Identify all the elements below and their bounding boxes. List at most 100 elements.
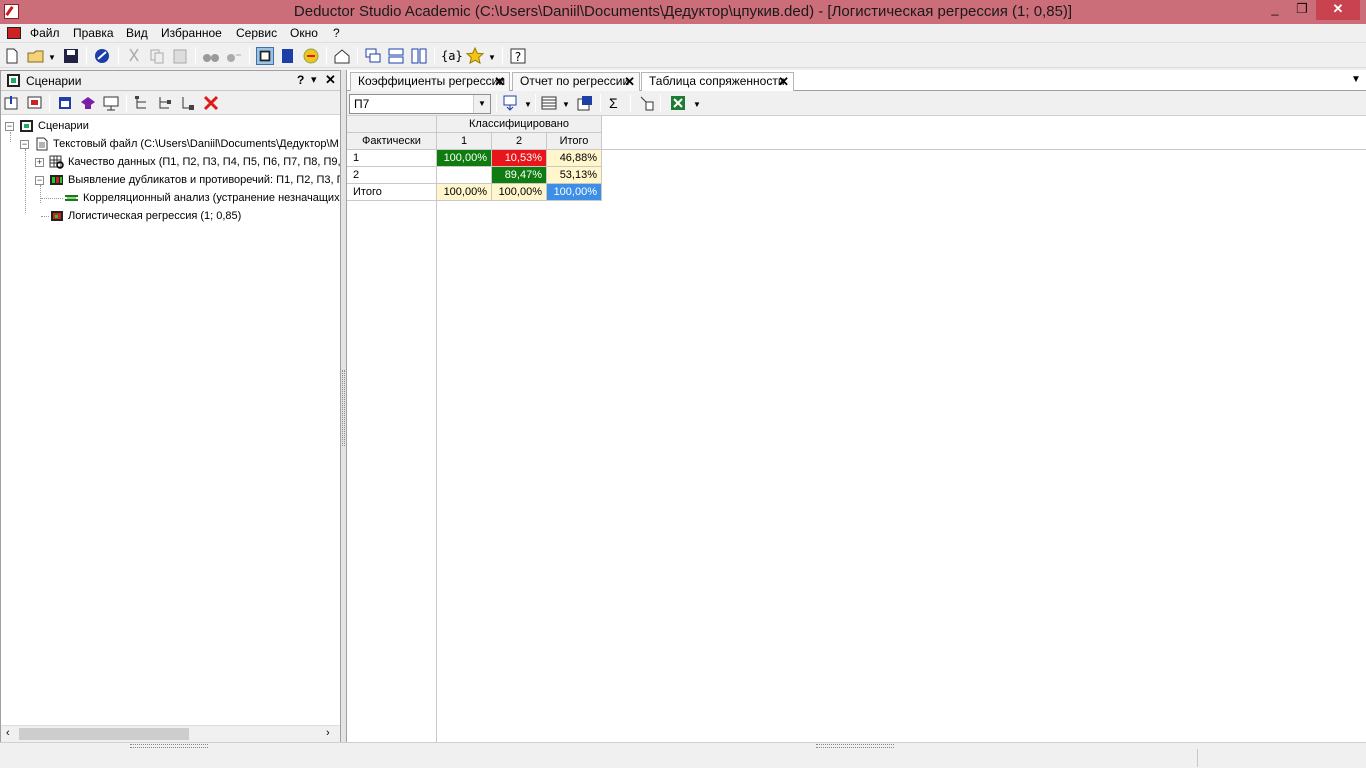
menu-help[interactable]: ?	[333, 25, 340, 42]
scroll-left-arrow[interactable]: ‹	[6, 727, 10, 739]
column-header[interactable]: 1	[437, 133, 492, 150]
paste-icon[interactable]	[171, 47, 189, 65]
tab-close-icon[interactable]: ✕	[778, 73, 789, 90]
tree-collapse-toggle[interactable]: −	[20, 140, 29, 149]
tabs-menu-button[interactable]: ▼	[1351, 74, 1361, 85]
menu-favorites[interactable]: Избранное	[161, 25, 222, 42]
maximize-button[interactable]: ❐	[1289, 0, 1315, 20]
status-separator	[1197, 749, 1198, 767]
tile-vertical-icon[interactable]	[410, 47, 428, 65]
splitter-grip[interactable]	[342, 370, 345, 446]
panel-pin-button[interactable]: ▾	[311, 73, 317, 86]
scrollbar-thumb[interactable]	[19, 728, 189, 740]
table-cell[interactable]: 100,00%	[437, 150, 492, 167]
tab-label: Коэффициенты регрессии	[358, 74, 506, 88]
chevron-down-icon[interactable]: ▼	[524, 100, 532, 109]
notes-icon[interactable]	[279, 47, 297, 65]
tree-expand-toggle[interactable]: +	[35, 158, 44, 167]
tab-coefficients[interactable]: Коэффициенты регрессии ✕	[350, 72, 510, 91]
panel-close-button[interactable]: ✕	[325, 72, 336, 88]
table-cell[interactable]: 53,13%	[547, 167, 602, 184]
excel-export-icon[interactable]	[669, 94, 687, 112]
toolbar-separator	[326, 47, 327, 65]
toolbar-separator	[535, 94, 536, 112]
cursor-select-icon[interactable]	[638, 94, 656, 112]
import-icon[interactable]	[3, 94, 21, 112]
tile-horizontal-icon[interactable]	[387, 47, 405, 65]
tree-move-icon[interactable]	[179, 94, 197, 112]
cut-icon[interactable]	[125, 47, 143, 65]
table-cell[interactable]	[437, 167, 492, 184]
scenarios-icon	[7, 74, 20, 87]
menu-service[interactable]: Сервис	[236, 25, 277, 42]
scroll-right-arrow[interactable]: ›	[326, 727, 330, 739]
scenarios-panel: Сценарии ? ▾ ✕ − Сценарии − Текстовый фа…	[0, 70, 341, 742]
tree-collapse-toggle[interactable]: −	[35, 176, 44, 185]
data-mining-icon[interactable]	[79, 94, 97, 112]
tab-close-icon[interactable]: ✕	[494, 73, 505, 90]
table-cell[interactable]: 46,88%	[547, 150, 602, 167]
target-field-select[interactable]: П7 ▼	[349, 94, 491, 114]
chevron-down-icon[interactable]: ▼	[693, 100, 701, 109]
delete-icon[interactable]	[202, 94, 220, 112]
menu-view[interactable]: Вид	[126, 25, 148, 42]
chevron-down-icon[interactable]: ▼	[562, 100, 570, 109]
table-view-icon[interactable]	[540, 94, 558, 112]
handler-icon[interactable]	[56, 94, 74, 112]
menu-window[interactable]: Окно	[290, 25, 318, 42]
tab-contingency-table[interactable]: Таблица сопряженности ✕	[641, 72, 794, 91]
horizontal-scrollbar[interactable]: ‹ ›	[1, 725, 340, 742]
scenarios-panel-icon[interactable]	[256, 47, 274, 65]
open-dropdown-icon[interactable]: ▼	[48, 53, 56, 62]
cascade-windows-icon[interactable]	[364, 47, 382, 65]
tree-collapse-toggle[interactable]: −	[5, 122, 14, 131]
find-icon[interactable]	[202, 47, 220, 65]
tree-expand-icon[interactable]	[133, 94, 151, 112]
minimize-button[interactable]: _	[1262, 0, 1288, 20]
favorites-dropdown-icon[interactable]: ▼	[488, 53, 496, 62]
tab-bar: Коэффициенты регрессии ✕ Отчет по регрес…	[347, 70, 1366, 91]
close-button[interactable]: ✕	[1316, 0, 1360, 20]
table-cell[interactable]: 89,47%	[492, 167, 547, 184]
chevron-down-icon[interactable]: ▼	[473, 95, 490, 113]
scenarios-tree: − Сценарии − Текстовый файл (C:\Users\Da…	[1, 115, 340, 725]
copy-icon[interactable]	[148, 47, 166, 65]
panel-help-button[interactable]: ?	[297, 73, 304, 87]
toolbar-separator	[249, 47, 250, 65]
left-resize-grip[interactable]	[130, 744, 208, 748]
help-icon[interactable]: ?	[509, 47, 527, 65]
visualizer-icon[interactable]	[102, 94, 120, 112]
variables-icon[interactable]: {a}	[441, 49, 463, 63]
column-header[interactable]: 2	[492, 133, 547, 150]
favorites-star-icon[interactable]	[466, 47, 484, 65]
table-cell[interactable]: 100,00%	[437, 184, 492, 201]
tab-regression-report[interactable]: Отчет по регрессии ✕	[512, 72, 640, 91]
tree-collapse-icon[interactable]	[156, 94, 174, 112]
export-icon[interactable]	[26, 94, 44, 112]
right-resize-grip[interactable]	[816, 744, 894, 748]
row-header: 2	[347, 167, 437, 184]
menu-edit[interactable]: Правка	[73, 25, 114, 42]
tree-line	[40, 185, 41, 203]
table-cell[interactable]: 100,00%	[547, 184, 602, 201]
copy-to-clipboard-icon[interactable]	[576, 94, 594, 112]
open-folder-icon[interactable]	[27, 47, 45, 65]
home-icon[interactable]	[333, 47, 351, 65]
wizard-import-icon[interactable]	[302, 47, 320, 65]
document-icon[interactable]	[7, 27, 21, 39]
table-cell[interactable]: 100,00%	[492, 184, 547, 201]
tree-node-label: Выявление дубликатов и противоречий: П1,…	[68, 174, 340, 186]
tab-label: Таблица сопряженности	[649, 74, 785, 88]
wizard-icon[interactable]	[93, 47, 111, 65]
column-header[interactable]: Итого	[547, 133, 602, 150]
new-file-icon[interactable]	[3, 47, 21, 65]
toolbar-separator	[126, 94, 127, 112]
save-icon[interactable]	[62, 47, 80, 65]
tab-close-icon[interactable]: ✕	[624, 73, 635, 90]
find-next-icon[interactable]	[225, 47, 243, 65]
sum-button[interactable]: Σ	[609, 95, 618, 111]
menu-file[interactable]: Файл	[30, 25, 60, 42]
table-cell[interactable]: 10,53%	[492, 150, 547, 167]
configure-columns-icon[interactable]	[501, 94, 519, 112]
tree-line	[41, 216, 49, 217]
